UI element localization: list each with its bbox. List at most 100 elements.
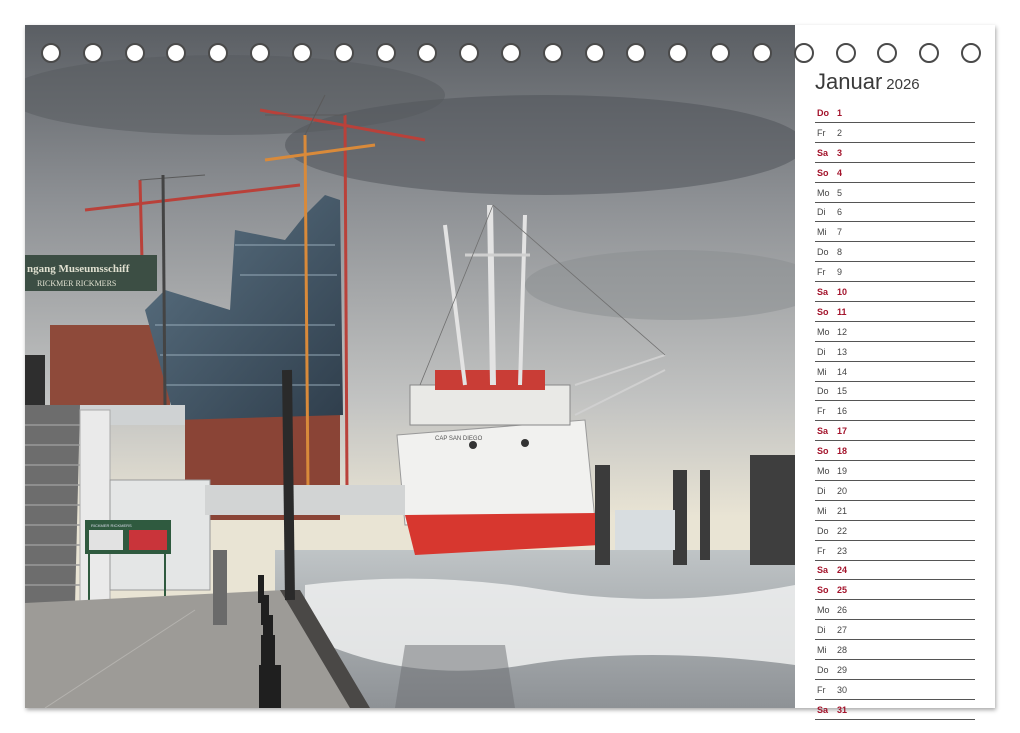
day-row: Do 1 <box>815 104 975 123</box>
sign-text: ngang Museumsschiff <box>27 263 130 275</box>
day-weekday: Mi <box>817 366 827 377</box>
day-number: 29 <box>837 664 848 675</box>
day-weekday: So <box>817 306 829 317</box>
day-weekday: Do <box>817 525 829 536</box>
day-row: Sa 17 <box>815 422 975 442</box>
binding-ring <box>626 43 647 63</box>
day-row: Di 20 <box>815 482 975 501</box>
dolphin-pile <box>595 465 610 565</box>
day-weekday: Di <box>817 346 826 357</box>
day-list: Do 1 Fr 2 Sa 3 So 4 Mo 5 Di 6 Mi 7 Do 8 Fr 9 Sa 10 So 11 Mo 12 D… <box>815 104 975 721</box>
notice-poster <box>129 530 167 550</box>
day-row: Do 8 <box>815 243 975 263</box>
notice-poster <box>89 530 123 550</box>
day-number: 17 <box>837 426 848 437</box>
binding-ring <box>166 43 187 63</box>
day-row: Fr 9 <box>815 263 975 283</box>
day-row: So 11 <box>815 303 975 322</box>
day-row: Mi 21 <box>815 502 975 521</box>
ticket-post <box>213 550 227 625</box>
day-number: 27 <box>837 625 848 636</box>
day-number: 25 <box>837 585 848 596</box>
binding-ring <box>250 43 271 63</box>
day-number: 10 <box>837 287 848 298</box>
day-row: So 25 <box>815 581 975 601</box>
day-number: 22 <box>837 525 848 536</box>
binding-ring <box>542 43 563 63</box>
day-weekday: Fr <box>817 127 826 138</box>
day-number: 30 <box>837 684 848 695</box>
day-weekday: So <box>817 446 829 457</box>
day-row: Mo 12 <box>815 323 975 342</box>
day-number: 28 <box>837 645 848 656</box>
binding-ring <box>124 43 145 63</box>
day-weekday: Fr <box>817 684 826 695</box>
cloud <box>25 55 445 135</box>
day-number: 15 <box>837 386 848 397</box>
day-weekday: Fr <box>817 406 826 417</box>
binding-ring <box>291 43 312 63</box>
calendar-title: Januar 2026 <box>815 69 920 95</box>
day-weekday: Mo <box>817 187 830 198</box>
day-number: 23 <box>837 545 848 556</box>
binding-ring <box>459 43 480 63</box>
day-row: Mo 5 <box>815 184 975 203</box>
day-weekday: Di <box>817 485 826 496</box>
day-number: 24 <box>837 565 848 576</box>
day-weekday: Mi <box>817 645 827 656</box>
day-number: 26 <box>837 605 848 616</box>
ship-name: CAP SAN DIEGO <box>435 436 483 442</box>
day-row: Sa 24 <box>815 561 975 581</box>
day-row: Mi 28 <box>815 641 975 661</box>
day-weekday: Sa <box>817 565 829 576</box>
day-number: 11 <box>837 306 847 317</box>
dolphin-pile <box>673 470 687 565</box>
year: 2026 <box>886 76 920 93</box>
day-row: Fr 16 <box>815 402 975 422</box>
day-number: 13 <box>837 346 848 357</box>
day-weekday: Mo <box>817 466 830 477</box>
stair-rail <box>79 409 111 611</box>
sign-subtext: RICKMER RICKMERS <box>37 279 116 288</box>
day-number: 4 <box>837 167 843 178</box>
calendar-page: CAP SAN DIEGO ngang Museumsschiff RICKME… <box>25 25 995 720</box>
day-weekday: Mi <box>817 227 827 238</box>
day-row: Mi 14 <box>815 363 975 382</box>
flag-pole <box>161 174 167 406</box>
binding-ring <box>82 43 103 63</box>
day-number: 14 <box>837 366 848 377</box>
day-weekday: Do <box>817 108 829 118</box>
day-row: Sa 10 <box>815 283 975 303</box>
day-weekday: Sa <box>817 287 829 298</box>
binding-ring <box>333 43 354 63</box>
board-text: RICKMER RICKMERS <box>91 523 132 528</box>
day-number: 2 <box>837 127 843 138</box>
binding-ring <box>417 43 438 63</box>
day-row: Fr 2 <box>815 124 975 143</box>
day-weekday: Di <box>817 625 826 636</box>
binding-ring <box>375 43 396 63</box>
pontoon-roof <box>205 485 405 515</box>
day-weekday: Mo <box>817 605 830 616</box>
binding-ring <box>751 43 772 63</box>
day-number: 1 <box>837 108 843 118</box>
day-row: Do 22 <box>815 522 975 541</box>
day-number: 9 <box>837 267 843 278</box>
day-weekday: Di <box>817 207 826 218</box>
pier-structure <box>750 455 795 565</box>
day-row: Fr 23 <box>815 542 975 561</box>
day-weekday: Do <box>817 664 829 675</box>
day-weekday: Do <box>817 386 829 397</box>
day-weekday: Fr <box>817 545 826 556</box>
day-number: 7 <box>837 227 843 238</box>
binding-ring <box>208 43 229 63</box>
day-row: Mo 19 <box>815 462 975 482</box>
day-weekday: Fr <box>817 267 826 278</box>
binding-ring <box>41 43 61 63</box>
day-number: 21 <box>837 505 848 516</box>
day-row: Di 13 <box>815 343 975 362</box>
day-weekday: Sa <box>817 426 829 437</box>
photo-illustration: CAP SAN DIEGO ngang Museumsschiff RICKME… <box>25 25 795 708</box>
day-number: 5 <box>837 187 843 198</box>
day-number: 19 <box>837 466 848 477</box>
